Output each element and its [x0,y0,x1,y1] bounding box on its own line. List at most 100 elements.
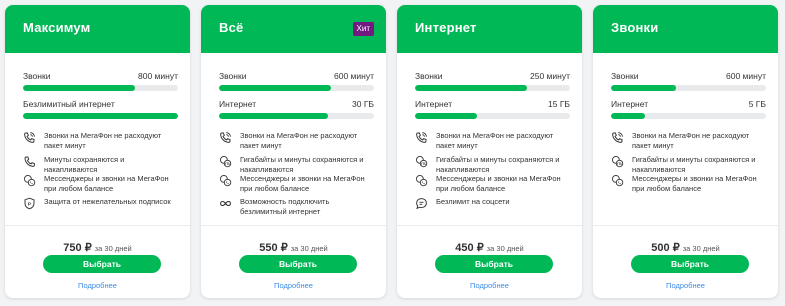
phone-wifi-icon [23,131,36,144]
tariff-card: Максимум Звонки 800 минут Безлимитный ин… [5,5,190,298]
feature-text: Гигабайты и минуты сохраняются и накапли… [632,155,756,174]
gb-icon: ГБ [415,155,428,168]
price-period: за 30 дней [682,244,720,253]
choose-button[interactable]: Выбрать [631,255,749,273]
feature-text: Мессенджеры и звонки на МегаФон при любо… [632,174,757,193]
gb-icon: ГБ [611,155,624,168]
meter-track [611,113,766,119]
tariff-title: Интернет [415,20,477,35]
feature-item: Звонки на МегаФон не расходуют пакет мин… [23,131,178,150]
meter-track [23,113,178,119]
allowance-meter: Звонки 800 минут [23,71,178,91]
feature-item: Звонки на МегаФон не расходуют пакет мин… [415,131,570,150]
divider [397,225,582,226]
price-block: 550 ₽ за 30 дней [201,238,386,256]
meter-fill [219,85,331,91]
feature-text: Защита от нежелательных подписок [44,197,171,206]
meter-track [611,85,766,91]
card-header: Максимум [5,5,190,53]
feature-item: ГБ Гигабайты и минуты сохраняются и нака… [415,155,570,174]
svg-text:ГБ: ГБ [225,162,230,166]
shield-icon: P [23,197,36,210]
meter-fill [23,85,135,91]
feature-item: Мессенджеры и звонки на МегаФон при любо… [611,174,766,193]
feature-text: Гигабайты и минуты сохраняются и накапли… [436,155,560,174]
meter-track [415,85,570,91]
hit-badge: Хит [352,22,374,36]
details-link[interactable]: Подробнее [5,281,190,290]
svg-text:ГБ: ГБ [617,162,622,166]
details-link[interactable]: Подробнее [201,281,386,290]
feature-item: Мессенджеры и звонки на МегаФон при любо… [415,174,570,193]
messenger-icon [219,174,232,187]
details-link[interactable]: Подробнее [397,281,582,290]
phone-wifi-icon [611,131,624,144]
feature-item: ГБ Гигабайты и минуты сохраняются и нака… [611,155,766,174]
feature-item: ГБ Гигабайты и минуты сохраняются и нака… [219,155,374,174]
feature-text: Звонки на МегаФон не расходуют пакет мин… [632,131,750,150]
divider [201,225,386,226]
card-header: Всё Хит [201,5,386,53]
feature-item: Безлимит на соцсети [415,197,570,210]
meter-track [219,113,374,119]
card-header: Звонки [593,5,778,53]
meter-value: 30 ГБ [352,99,374,109]
price-value: 750 ₽ [63,242,92,254]
details-link[interactable]: Подробнее [593,281,778,290]
meter-value: 800 минут [138,71,178,81]
choose-button[interactable]: Выбрать [239,255,357,273]
feature-text: Мессенджеры и звонки на МегаФон при любо… [44,174,169,193]
meter-fill [415,85,527,91]
allowance-meter: Звонки 600 минут [219,71,374,91]
meter-fill [219,113,328,119]
meter-label: Звонки [23,71,51,81]
meter-fill [23,113,178,119]
divider [5,225,190,226]
allowance-meter: Звонки 250 минут [415,71,570,91]
feature-item: Минуты сохраняются и накапливаются [23,155,178,174]
choose-button[interactable]: Выбрать [435,255,553,273]
meter-label: Звонки [219,71,247,81]
allowance-meter: Интернет 15 ГБ [415,99,570,119]
card-header: Интернет [397,5,582,53]
allowance-meter: Интернет 5 ГБ [611,99,766,119]
meter-value: 5 ГБ [748,99,766,109]
tariff-card: Интернет Звонки 250 минут Интернет 15 ГБ… [397,5,582,298]
price-period: за 30 дней [486,244,524,253]
feature-item: Мессенджеры и звонки на МегаФон при любо… [219,174,374,193]
phone-wifi-icon [219,131,232,144]
gb-icon: ГБ [219,155,232,168]
price-value: 500 ₽ [651,242,680,254]
choose-button[interactable]: Выбрать [43,255,161,273]
feature-item: Звонки на МегаФон не расходуют пакет мин… [611,131,766,150]
meter-label: Безлимитный интернет [23,99,115,109]
meter-track [23,85,178,91]
phone-icon [23,155,36,168]
messenger-icon [611,174,624,187]
feature-text: Звонки на МегаФон не расходуют пакет мин… [44,131,162,150]
meter-track [415,113,570,119]
price-value: 450 ₽ [455,242,484,254]
meter-fill [415,113,477,119]
meter-label: Звонки [415,71,443,81]
meter-fill [611,113,646,119]
meter-label: Интернет [219,99,257,109]
meter-value: 600 минут [334,71,374,81]
feature-text: Мессенджеры и звонки на МегаФон при любо… [240,174,365,193]
chat-icon [415,197,428,210]
meter-label: Интернет [415,99,453,109]
svg-text:P: P [28,202,32,208]
tariff-title: Звонки [611,20,659,35]
feature-item: Звонки на МегаФон не расходуют пакет мин… [219,131,374,150]
messenger-icon [415,174,428,187]
tariff-card: Всё Хит Звонки 600 минут Интернет 30 ГБ … [201,5,386,298]
feature-text: Мессенджеры и звонки на МегаФон при любо… [436,174,561,193]
meter-label: Интернет [611,99,649,109]
feature-item: Мессенджеры и звонки на МегаФон при любо… [23,174,178,193]
svg-text:ГБ: ГБ [421,162,426,166]
divider [593,225,778,226]
price-block: 500 ₽ за 30 дней [593,238,778,256]
meter-track [219,85,374,91]
price-block: 450 ₽ за 30 дней [397,238,582,256]
price-value: 550 ₽ [259,242,288,254]
